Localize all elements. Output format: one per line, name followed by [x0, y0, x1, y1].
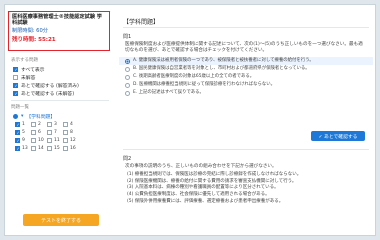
radio-icon[interactable]	[125, 91, 130, 96]
question-number-item[interactable]: 10	[31, 137, 47, 143]
filter-option-unanswered[interactable]: 未解答	[7, 73, 113, 81]
filter-label: 表示する問題	[11, 58, 38, 63]
answer-option-text: D. 医療機関は療養担当規則に従って保険診療を行わなければならない。	[133, 82, 276, 88]
exam-title: 医科医療事務管理士®技能認定試験 学科試験	[12, 14, 102, 26]
checkbox-icon[interactable]	[15, 121, 20, 127]
answer-option[interactable]: D. 医療機関は療養担当規則に従って保険診療を行わなければならない。	[119, 81, 373, 89]
filter-option-label: すべて表示	[21, 67, 45, 73]
time-limit: 制限時間: 60分	[12, 28, 48, 34]
answer-option[interactable]: B. 国民健康保険は自営業者等を対象とし、市町村および都道府県が保険者となってい…	[119, 65, 373, 73]
bullet-icon	[13, 113, 18, 119]
checkbox-icon[interactable]	[15, 129, 20, 135]
divider	[123, 149, 369, 150]
checkbox-icon[interactable]	[63, 121, 68, 127]
checkbox-icon[interactable]	[31, 145, 36, 151]
checkbox-icon[interactable]	[13, 82, 18, 88]
answer-option-text: C. 後期高齢者医療制度の対象は65歳以上の全ての者である。	[133, 74, 255, 80]
question-number-item[interactable]: 9	[15, 137, 31, 143]
review-later-button[interactable]: ✓ あとで確認する	[311, 131, 365, 141]
divider	[123, 27, 369, 28]
end-test-button[interactable]: テストを終了する	[23, 214, 99, 226]
checkbox-icon[interactable]	[15, 137, 20, 143]
exam-window: 医科医療事務管理士®技能認定試験 学科試験 制限時間: 60分 残り時間: 55…	[4, 4, 376, 236]
checkbox-icon[interactable]	[13, 74, 18, 80]
question-2: 問2 次の事項の説明のうち、正しいものの組み合わせを下記から選びなさい。 (1)…	[119, 149, 373, 205]
checkbox-icon[interactable]	[63, 137, 68, 143]
question-2-item: (1) 療養担当規則では、保険医は診療の完結に際し診療録を作成しなければならない…	[127, 172, 302, 178]
question-number-item[interactable]: 12	[63, 137, 79, 143]
checkbox-icon[interactable]	[31, 121, 36, 127]
divider	[11, 100, 109, 101]
filter-option-label: あとで確認する (解答済み)	[21, 83, 79, 89]
filter-option-label: あとで確認する (未解答)	[21, 91, 75, 97]
question-number-item[interactable]: 4	[63, 121, 79, 127]
question-number-item[interactable]: 7	[47, 129, 63, 135]
question-number-item[interactable]: 8	[63, 129, 79, 135]
question-number-grid: 1 2 3 4 5 6 7 8 9 10 11 12 13 14 15 16	[7, 121, 113, 151]
checkbox-icon[interactable]	[63, 145, 68, 151]
answer-option[interactable]: A. 健康保険法は被用者保険の一つであり、被保険者と被扶養者に対して療養の給付を…	[119, 57, 373, 66]
checkbox-icon[interactable]	[47, 121, 52, 127]
question-2-item: (5) 保険外併用療養費には、評価療養、選定療養および患者申出療養がある。	[127, 198, 284, 204]
question-panel: 【学科問題】 問1 医療保険制度および医療提供体制に関する記述について、次の(1…	[119, 7, 373, 233]
question-1-label: 問1	[123, 34, 132, 40]
filter-option-all[interactable]: すべて表示	[7, 65, 113, 73]
question-group-header[interactable]: ▾ 【学科問題】	[7, 112, 113, 120]
sidebar: 医科医療事務管理士®技能認定試験 学科試験 制限時間: 60分 残り時間: 55…	[7, 7, 113, 233]
answer-option[interactable]: E. 上記の記述はすべて誤りである。	[119, 89, 373, 97]
radio-icon[interactable]	[125, 83, 130, 88]
time-remaining: 残り時間: 55:21	[12, 37, 56, 43]
checkbox-icon[interactable]	[47, 137, 52, 143]
checkbox-icon[interactable]	[63, 129, 68, 135]
question-number-item[interactable]: 13	[15, 145, 31, 151]
filter-option-label: 未解答	[21, 75, 36, 81]
checkbox-icon[interactable]	[31, 137, 36, 143]
checkbox-icon[interactable]	[47, 145, 52, 151]
checkbox-icon[interactable]	[15, 145, 20, 151]
question-number-item[interactable]: 2	[31, 121, 47, 127]
radio-icon[interactable]	[125, 59, 130, 64]
checkbox-icon[interactable]	[31, 129, 36, 135]
answer-option-text: E. 上記の記述はすべて誤りである。	[133, 90, 204, 96]
radio-icon[interactable]	[125, 67, 130, 72]
filter-option-review-answered[interactable]: あとで確認する (解答済み)	[7, 81, 113, 89]
question-number-item[interactable]: 11	[47, 137, 63, 143]
chevron-down-icon[interactable]: ▾	[21, 114, 23, 119]
checkbox-icon[interactable]	[13, 66, 18, 72]
answer-option-text: A. 健康保険法は被用者保険の一つであり、被保険者と被扶養者に対して療養の給付を…	[133, 58, 314, 64]
answer-option[interactable]: C. 後期高齢者医療制度の対象は65歳以上の全ての者である。	[119, 73, 373, 81]
question-list-label: 問題一覧	[11, 105, 29, 110]
question-2-stem: 次の事項の説明のうち、正しいものの組み合わせを下記から選びなさい。	[125, 164, 277, 169]
question-2-item: (3) 入院基本料は、病棟の種別や看護職員の配置等により区分されている。	[127, 185, 279, 191]
question-group-section: 【学科問題】	[26, 114, 56, 120]
question-number-item[interactable]: 1	[15, 121, 31, 127]
question-number-item[interactable]: 14	[31, 145, 47, 151]
question-2-label: 問2	[123, 156, 132, 162]
answer-option-text: B. 国民健康保険は自営業者等を対象とし、市町村および都道府県が保険者となってい…	[133, 66, 310, 72]
filter-option-review-unanswered[interactable]: あとで確認する (未解答)	[7, 89, 113, 97]
question-number-item[interactable]: 16	[63, 145, 79, 151]
question-number-item[interactable]: 5	[15, 129, 31, 135]
question-1-stem: 医療保険制度および医療提供体制に関する記述について、次の(1)〜(5)のうち正し…	[125, 42, 363, 54]
checkbox-icon[interactable]	[13, 90, 18, 96]
question-number-item[interactable]: 3	[47, 121, 63, 127]
question-2-item: (4) 公費負担医療制度は、社会保険に優先して適用される場合がある。	[127, 191, 270, 197]
exam-info-box: 医科医療事務管理士®技能認定試験 学科試験 制限時間: 60分 残り時間: 55…	[8, 11, 110, 51]
page-title: 【学科問題】	[123, 19, 160, 26]
checkbox-icon[interactable]	[47, 129, 52, 135]
question-number-item[interactable]: 15	[47, 145, 63, 151]
radio-icon[interactable]	[125, 75, 130, 80]
question-number-item[interactable]: 6	[31, 129, 47, 135]
